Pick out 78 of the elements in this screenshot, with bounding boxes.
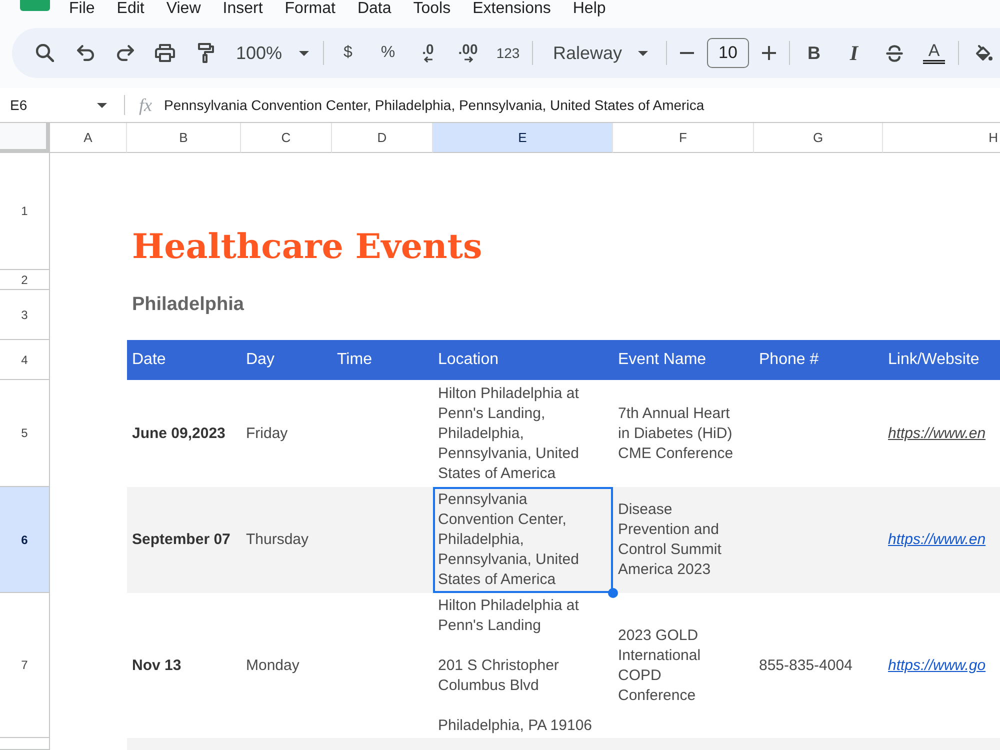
sheet-title: Healthcare Events <box>132 227 482 267</box>
paint-bucket-icon <box>974 44 992 62</box>
column-letter-header[interactable]: C <box>241 123 332 153</box>
row-number-header[interactable]: 5 <box>0 380 50 487</box>
row-number-header[interactable]: 1 <box>0 153 50 270</box>
menu-item[interactable]: File <box>69 0 95 17</box>
name-box[interactable]: E6 <box>0 91 115 119</box>
underline-bar-icon <box>923 60 945 64</box>
table-cell-text: Thursday <box>245 530 310 550</box>
table-cell-text: 855-835-4004 <box>758 656 854 676</box>
link[interactable]: https://www.en <box>888 424 986 444</box>
table-cell-text: June 09,2023 <box>131 424 226 444</box>
column-letter-header[interactable]: G <box>754 123 883 153</box>
zoom-dropdown[interactable]: 100% <box>229 37 315 69</box>
table-cell-text: September 07 <box>131 530 232 550</box>
table-cell-text: Disease Prevention and Control Summit America 2023 <box>617 500 722 580</box>
font-size-field[interactable]: 10 <box>707 38 749 68</box>
menu-item[interactable]: Data <box>357 0 392 17</box>
table-cell-text: 2023 GOLD International COPD Conference <box>617 626 702 706</box>
column-letter-header[interactable]: F <box>613 123 754 153</box>
column-header: Location <box>437 350 500 370</box>
search-icon <box>36 44 54 62</box>
percent-button[interactable]: % <box>372 37 404 69</box>
menu-item[interactable]: Extensions <box>472 0 551 17</box>
column-header: Time <box>336 350 373 370</box>
font-dropdown[interactable]: Raleway <box>541 37 658 69</box>
function-label: fx <box>139 94 152 116</box>
menu-item[interactable]: View <box>166 0 201 17</box>
column-letter-header[interactable]: E <box>433 123 613 153</box>
bold-button[interactable]: B <box>798 37 830 69</box>
menu-item[interactable]: Edit <box>116 0 144 17</box>
sheet-subtitle: Philadelphia <box>132 294 244 316</box>
column-letter-header[interactable]: D <box>332 123 433 153</box>
row-number-header[interactable]: 2 <box>0 270 50 290</box>
table-cell-text: 7th Annual Heart in Diabetes (HiD) CME Conference <box>617 404 734 464</box>
paint-roller-icon <box>196 43 214 63</box>
table-cell: Pennsylvania Convention Center, Philadelphia, Pennsylvania, United States of America <box>433 487 613 593</box>
strikethrough-icon <box>886 44 902 62</box>
menu-item[interactable]: Tools <box>413 0 451 17</box>
link[interactable]: https://www.go <box>888 656 986 676</box>
menu-item[interactable]: Help <box>572 0 606 17</box>
decrease-decimal-button[interactable]: .0 <box>412 37 444 69</box>
currency-button[interactable]: $ <box>332 37 364 69</box>
row-number-header[interactable]: 6 <box>0 487 50 593</box>
row-number-header[interactable]: 7 <box>0 593 50 738</box>
menu-item[interactable]: Format <box>284 0 336 17</box>
formula-field[interactable]: Pennsylvania Convention Center, Philadelphia, Pennsylvania, United States of America <box>164 97 704 113</box>
arrow-left-icon <box>424 56 432 63</box>
row-number-header[interactable]: 4 <box>0 340 50 380</box>
table-cell-text: Nov 13 <box>131 656 182 676</box>
column-letter-header[interactable]: B <box>127 123 241 153</box>
text-color-button[interactable]: A <box>918 37 950 69</box>
increase-decimal-button[interactable]: .00 <box>452 37 484 69</box>
column-header: Date <box>131 350 167 370</box>
caret-icon <box>638 50 648 56</box>
print-icon <box>155 44 175 62</box>
column-header: Phone # <box>758 350 820 370</box>
row-number-header[interactable]: 3 <box>0 290 50 340</box>
plus-icon <box>762 46 776 60</box>
column-header: Event Name <box>617 350 708 370</box>
redo-icon <box>116 45 134 61</box>
number-format-button[interactable]: 123 <box>492 37 524 69</box>
caret-icon <box>97 102 107 108</box>
link[interactable]: https://www.en <box>888 530 986 550</box>
column-header: Link/Website <box>887 350 980 370</box>
fill-handle[interactable] <box>608 588 618 598</box>
minus-icon <box>680 52 694 54</box>
italic-button[interactable]: I <box>838 37 870 69</box>
column-header: Day <box>245 350 276 370</box>
table-cell-text: Hilton Philadelphia at Penn's Landing 201 S Christopher Columbus Blvd Philadelphia, PA 19106 <box>437 596 594 736</box>
caret-icon <box>299 50 309 56</box>
table-cell-text: Friday <box>245 424 289 444</box>
undo-icon <box>76 45 94 61</box>
table-cell-text: Monday <box>245 656 300 676</box>
menu-item[interactable]: Insert <box>222 0 263 17</box>
arrow-right-icon <box>464 56 472 63</box>
column-letter-header[interactable]: A <box>50 123 127 153</box>
table-cell-text: Hilton Philadelphia at Penn's Landing, Philadelphia, Pennsylvania, United States of America <box>437 384 580 484</box>
